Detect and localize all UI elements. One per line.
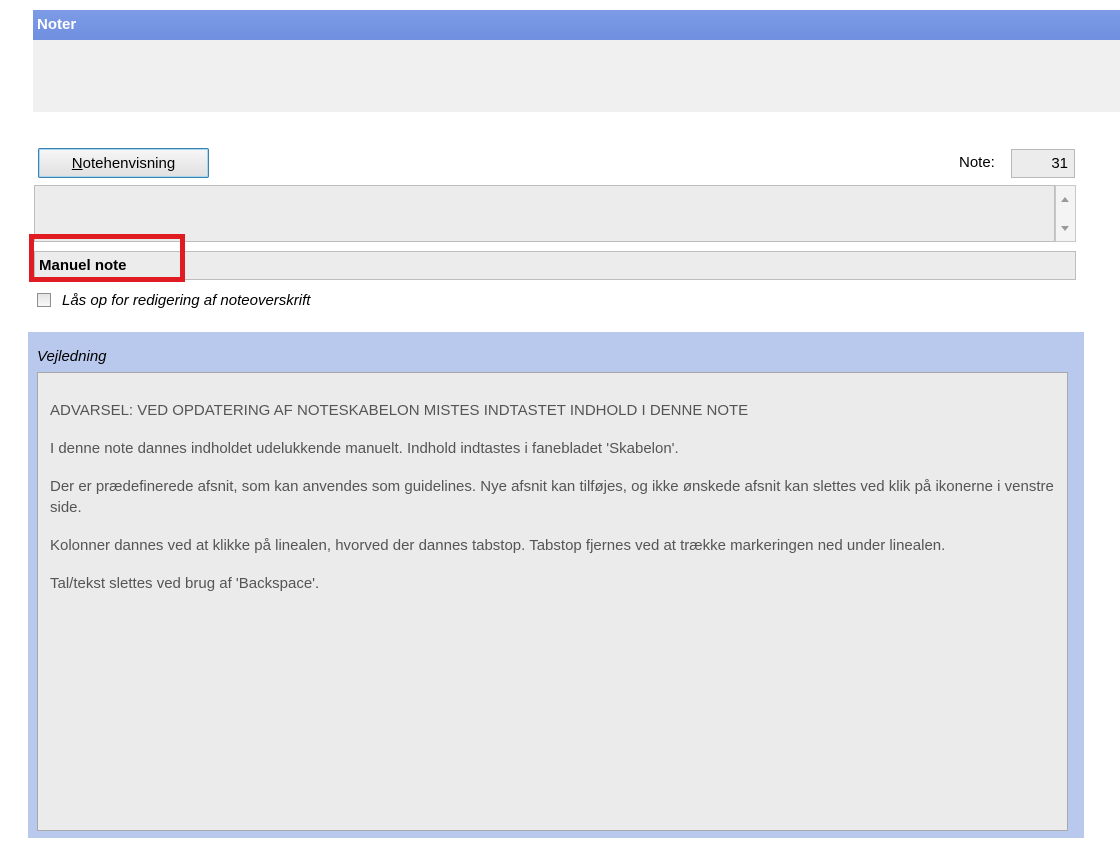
guidance-title: Vejledning	[37, 348, 107, 365]
notehenvisning-button[interactable]: Notehenvisning	[38, 148, 209, 178]
note-reference-textarea[interactable]	[34, 185, 1055, 242]
note-reference-scrollbar[interactable]	[1055, 185, 1076, 242]
manual-note-field[interactable]: Manuel note	[34, 251, 1076, 280]
guidance-paragraph: Der er prædefinerede afsnit, som kan anv…	[50, 478, 1054, 516]
guidance-paragraph: Kolonner dannes ved at klikke på lineale…	[50, 537, 946, 554]
scroll-down-arrow-icon[interactable]	[1061, 226, 1069, 231]
unlock-heading-label: Lås op for redigering af noteoverskrift	[62, 292, 311, 309]
note-number-label: Note:	[959, 154, 995, 171]
guidance-panel: Vejledning ADVARSEL: VED OPDATERING AF N…	[28, 332, 1084, 838]
guidance-paragraph: ADVARSEL: VED OPDATERING AF NOTESKABELON…	[50, 402, 749, 419]
guidance-paragraph: I denne note dannes indholdet udelukkend…	[50, 440, 679, 457]
scroll-up-arrow-icon[interactable]	[1061, 197, 1069, 202]
header-band	[33, 40, 1120, 112]
notehenvisning-button-label: Notehenvisning	[71, 154, 176, 172]
guidance-paragraph: Tal/tekst slettes ved brug af 'Backspace…	[50, 575, 320, 592]
window-title: Noter	[37, 16, 77, 33]
window-title-bar: Noter	[33, 10, 1120, 40]
unlock-heading-checkbox[interactable]	[37, 293, 51, 307]
note-number-field[interactable]: 31	[1011, 149, 1075, 178]
guidance-text-area[interactable]: ADVARSEL: VED OPDATERING AF NOTESKABELON…	[37, 372, 1068, 831]
mnemonic-letter: N	[71, 154, 83, 172]
